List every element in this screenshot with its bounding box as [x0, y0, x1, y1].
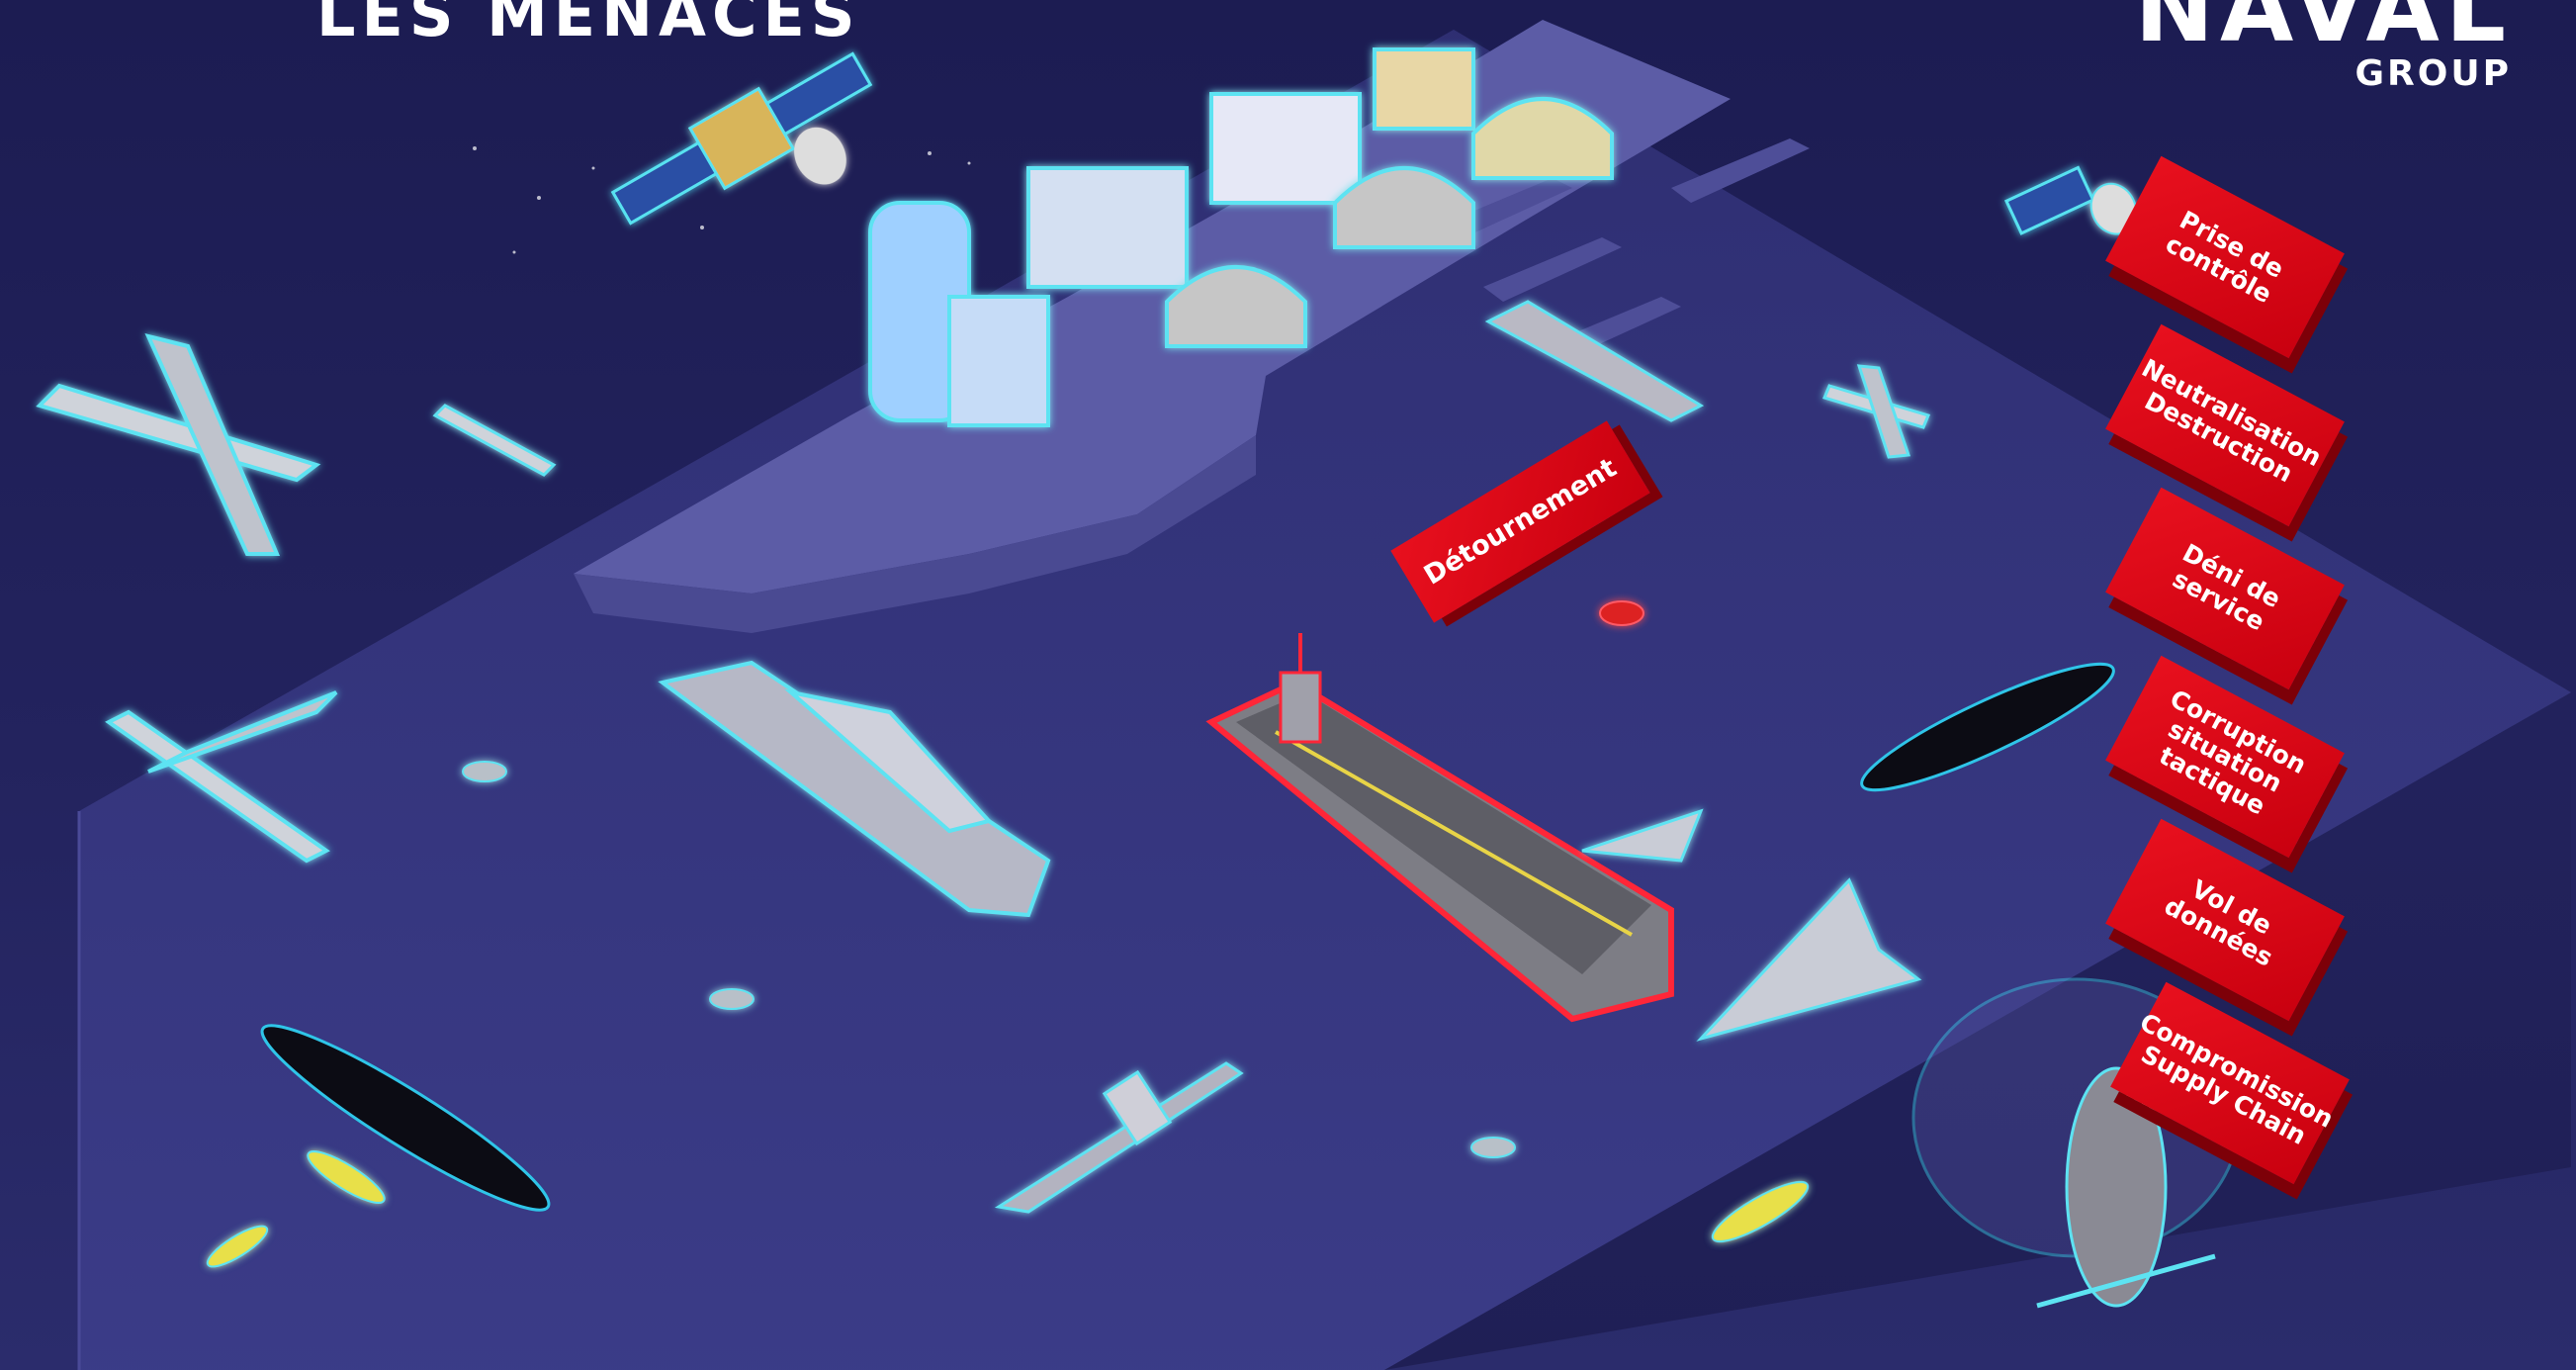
naval-group-logo: NAVAL GROUP — [2135, 0, 2571, 109]
satellite-icon — [610, 51, 873, 226]
threat-text: Prise de contrôle — [2161, 205, 2289, 310]
threat-text: Déni de service — [2168, 538, 2286, 637]
logo-wordmark: NAVAL — [2134, 0, 2512, 63]
logo-subtitle: GROUP — [2354, 53, 2512, 94]
page-title: LES MENACES — [316, 0, 861, 50]
